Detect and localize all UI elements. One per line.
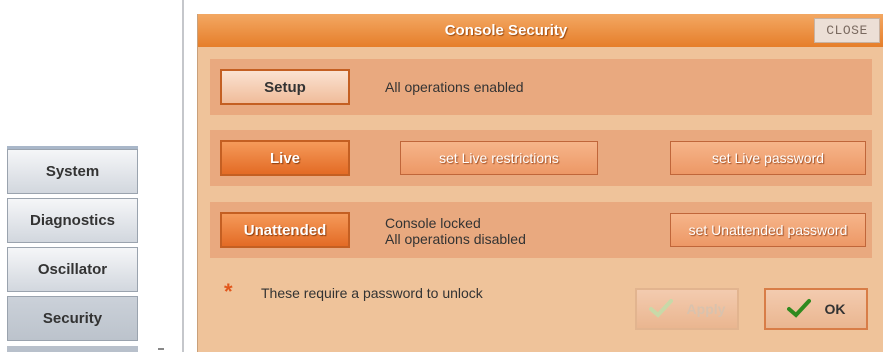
dialog-title: Console Security <box>444 22 568 39</box>
checkmark-icon <box>786 298 811 321</box>
live-button[interactable]: Live <box>220 140 350 176</box>
unattended-desc-line2: All operations disabled <box>385 231 526 247</box>
console-security-dialog: Console Security CLOSE Setup All operati… <box>197 14 883 352</box>
setup-row: Setup All operations enabled <box>210 59 872 115</box>
ok-label: OK <box>824 301 846 317</box>
vertical-divider <box>182 0 184 352</box>
checkmark-icon <box>648 298 673 321</box>
apply-button[interactable]: Apply <box>635 288 739 330</box>
nav-security-button[interactable]: Security <box>7 296 138 341</box>
nav-system-label: System <box>45 163 100 180</box>
unattended-description: Console locked All operations disabled <box>385 215 526 247</box>
apply-label: Apply <box>686 301 726 317</box>
nav-security-label: Security <box>42 310 103 327</box>
nav-oscillator-button[interactable]: Oscillator <box>7 247 138 292</box>
unattended-button-label: Unattended <box>243 221 327 239</box>
close-button[interactable]: CLOSE <box>814 18 880 43</box>
password-note: These require a password to unlock <box>261 285 483 301</box>
left-navigation: System Diagnostics Oscillator Security <box>7 146 138 345</box>
ok-button[interactable]: OK <box>764 288 868 330</box>
nav-diagnostics-label: Diagnostics <box>29 212 116 229</box>
nav-diagnostics-button[interactable]: Diagnostics <box>7 198 138 243</box>
tick-mark <box>158 348 164 350</box>
set-unattended-password-label: set Unattended password <box>688 222 848 238</box>
set-live-restrictions-label: set Live restrictions <box>439 150 559 166</box>
live-button-label: Live <box>269 149 300 167</box>
nav-bottom-line <box>7 346 138 352</box>
dialog-titlebar: Console Security CLOSE <box>198 14 883 47</box>
live-row: Live set Live restrictions set Live pass… <box>210 130 872 186</box>
unattended-row: Unattended Console locked All operations… <box>210 202 872 258</box>
set-live-restrictions-button[interactable]: set Live restrictions <box>400 141 598 175</box>
unattended-button[interactable]: Unattended <box>220 212 350 248</box>
set-unattended-password-button[interactable]: set Unattended password <box>670 213 866 247</box>
nav-system-button[interactable]: System <box>7 149 138 194</box>
set-live-password-button[interactable]: set Live password <box>670 141 866 175</box>
set-live-password-label: set Live password <box>711 150 825 166</box>
setup-description: All operations enabled <box>385 79 524 95</box>
setup-button-label: Setup <box>264 78 306 96</box>
nav-oscillator-label: Oscillator <box>37 261 108 278</box>
setup-button[interactable]: Setup <box>220 69 350 105</box>
asterisk-icon: * <box>224 279 233 304</box>
unattended-desc-line1: Console locked <box>385 215 481 231</box>
